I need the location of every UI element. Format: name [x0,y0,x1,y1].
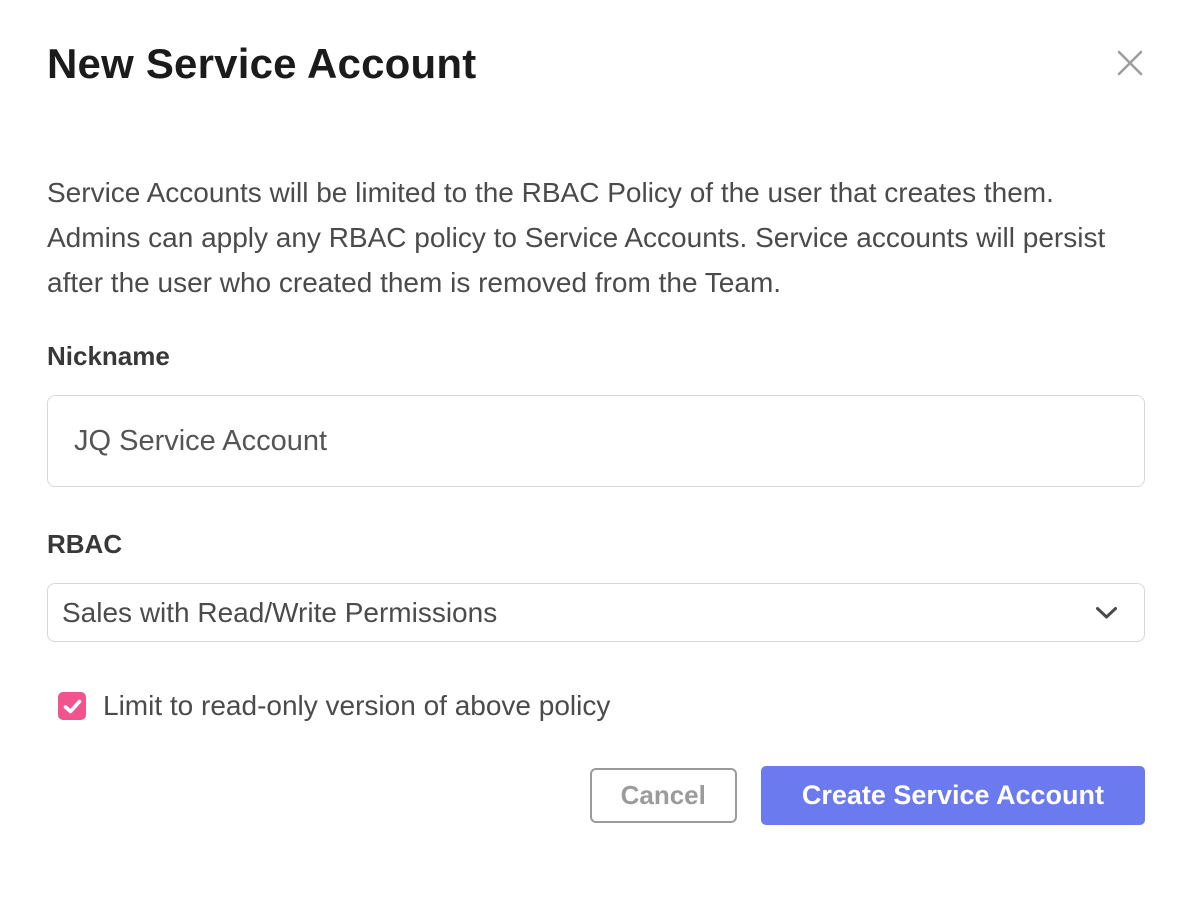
description-text: Service Accounts will be limited to the … [47,170,1145,305]
rbac-select[interactable]: Sales with Read/Write Permissions [47,583,1145,642]
close-button[interactable] [1115,48,1145,78]
chevron-down-icon [1095,606,1118,620]
new-service-account-modal: New Service Account Service Accounts wil… [0,0,1190,904]
page-title: New Service Account [47,40,476,88]
read-only-checkbox-label: Limit to read-only version of above poli… [103,690,610,722]
modal-header: New Service Account [47,0,1145,88]
nickname-label: Nickname [47,341,1145,371]
read-only-checkbox-row[interactable]: Limit to read-only version of above poli… [47,690,1145,722]
rbac-label: RBAC [47,529,1145,559]
rbac-selected-value: Sales with Read/Write Permissions [62,597,497,629]
read-only-checkbox[interactable] [58,692,86,720]
cancel-button[interactable]: Cancel [590,768,737,823]
nickname-input[interactable] [47,395,1145,487]
create-service-account-button[interactable]: Create Service Account [761,766,1145,825]
close-icon [1115,66,1145,81]
check-icon [63,699,82,714]
modal-footer: Cancel Create Service Account [47,766,1145,825]
